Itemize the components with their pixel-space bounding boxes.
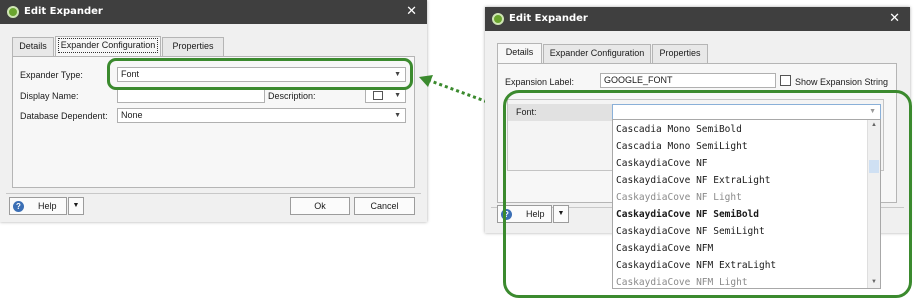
right-dialog-title: Edit Expander [509, 13, 588, 24]
app-icon [7, 6, 19, 18]
tab-properties-label: Properties [659, 48, 701, 58]
help-button[interactable]: ? Help [9, 197, 67, 215]
tab-expander-configuration-label: Expander Configuration [57, 38, 159, 53]
tab-details-label: Details [505, 47, 534, 57]
expander-type-label: Expander Type: [20, 70, 83, 80]
tab-details-label: Details [19, 41, 47, 51]
tab-properties-label: Properties [172, 41, 214, 51]
expansion-label-value: GOOGLE_FONT [604, 75, 673, 85]
document-icon [373, 91, 383, 100]
chevron-down-icon: ▼ [394, 112, 401, 119]
close-icon[interactable]: ✕ [889, 11, 900, 26]
tab-expander-configuration-label: Expander Configuration [549, 48, 645, 58]
app-icon [492, 13, 504, 25]
left-edit-expander-dialog: Edit Expander ✕ Details Expander Configu… [0, 0, 427, 222]
database-dependent-select[interactable]: None ▼ [117, 108, 406, 123]
database-dependent-value: None [121, 110, 143, 120]
expansion-label-field[interactable]: GOOGLE_FONT [600, 73, 776, 88]
display-name-label: Display Name: [20, 91, 79, 101]
description-label: Description: [268, 91, 316, 101]
cancel-button[interactable]: Cancel [354, 197, 415, 215]
show-expansion-string-label: Show Expansion String [795, 77, 889, 87]
tab-expander-configuration[interactable]: Expander Configuration [55, 36, 161, 56]
close-icon[interactable]: ✕ [406, 4, 417, 19]
expander-type-highlight [107, 58, 413, 90]
expansion-label-label: Expansion Label: [505, 77, 575, 87]
tab-details[interactable]: Details [497, 43, 542, 63]
right-titlebar: Edit Expander ✕ [485, 7, 910, 31]
ok-button[interactable]: Ok [290, 197, 350, 215]
display-name-field[interactable] [117, 88, 265, 103]
tab-properties[interactable]: Properties [652, 44, 708, 63]
tab-details[interactable]: Details [12, 37, 54, 56]
chevron-down-icon[interactable]: ▼ [394, 89, 401, 102]
tab-expander-configuration[interactable]: Expander Configuration [543, 44, 651, 63]
footer-divider [6, 193, 421, 194]
left-dialog-title: Edit Expander [24, 6, 103, 17]
database-dependent-label: Database Dependent: [20, 111, 108, 121]
help-icon: ? [13, 201, 24, 212]
left-titlebar: Edit Expander ✕ [0, 0, 427, 24]
tab-properties[interactable]: Properties [162, 37, 224, 56]
description-field[interactable]: ▼ [365, 88, 406, 103]
help-label: Help [38, 201, 57, 211]
font-selection-highlight [503, 90, 912, 298]
help-menu-dropdown[interactable]: ▼ [68, 197, 84, 215]
show-expansion-string-checkbox[interactable] [780, 75, 791, 86]
